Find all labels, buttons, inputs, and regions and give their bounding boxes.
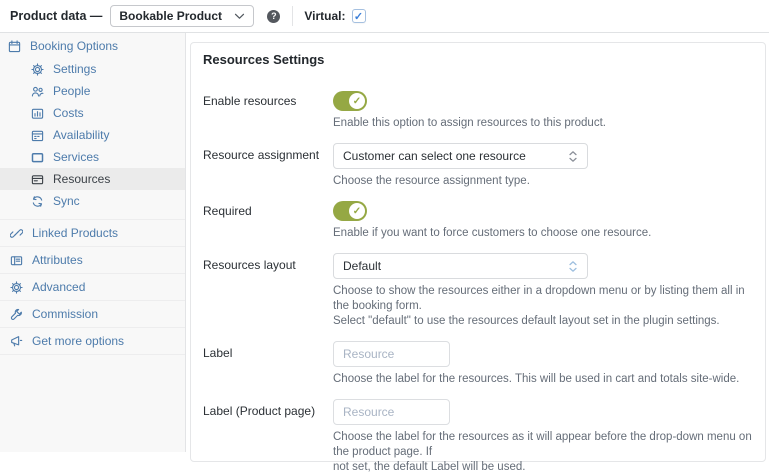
sidebar-item-services[interactable]: Services xyxy=(0,146,185,168)
sidebar-item-label: Attributes xyxy=(32,253,83,267)
product-data-toolbar: Product data — Bookable Product ? Virtua… xyxy=(0,0,769,33)
sidebar-item-label: Booking Options xyxy=(30,39,119,53)
calendar-icon xyxy=(8,39,21,52)
link-icon xyxy=(10,228,23,238)
help-icon[interactable]: ? xyxy=(267,9,281,23)
select-stepper-icon xyxy=(569,150,577,162)
sidebar-item-commission[interactable]: Commission xyxy=(0,300,185,327)
panel-heading: Resources Settings xyxy=(203,52,325,67)
field-label: Label xyxy=(203,346,233,360)
toolbar-divider xyxy=(292,6,294,26)
product-data-title: Product data — xyxy=(10,9,103,23)
select-value: Default xyxy=(343,259,382,273)
sidebar-item-booking-options[interactable]: Booking Options xyxy=(0,34,185,58)
field-row-label-product-page: Label (Product page) Choose the label fo… xyxy=(203,399,753,475)
window-icon xyxy=(31,152,44,162)
product-type-select[interactable]: Bookable Product xyxy=(110,5,255,27)
field-label: Resources layout xyxy=(203,258,296,272)
sidebar-item-label: Resources xyxy=(53,172,111,186)
resource-assignment-select[interactable]: Customer can select one resource xyxy=(333,143,588,169)
people-icon xyxy=(31,86,44,97)
sidebar-item-get-more-options[interactable]: Get more options xyxy=(0,327,185,354)
sidebar-item-label: Services xyxy=(53,150,100,164)
field-row-resources-layout: Resources layout Default Choose to show … xyxy=(203,253,753,329)
sidebar-item-label: Settings xyxy=(53,62,97,76)
label-input[interactable] xyxy=(333,341,450,367)
table-icon xyxy=(31,174,44,184)
gear-icon xyxy=(10,280,23,294)
sidebar-item-advanced[interactable]: Advanced xyxy=(0,273,185,300)
sidebar-item-label: People xyxy=(53,84,91,98)
sidebar-divider xyxy=(0,354,185,355)
select-value: Customer can select one resource xyxy=(343,149,526,163)
resources-panel: Resources Settings Enable resources ✓ En… xyxy=(186,33,769,473)
enable-resources-toggle[interactable]: ✓ xyxy=(333,91,367,111)
sidebar-item-label: Advanced xyxy=(32,280,86,294)
field-description: Choose the label for the resources. This… xyxy=(333,373,740,385)
field-label: Label (Product page) xyxy=(203,404,316,418)
chevron-down-icon xyxy=(235,13,245,19)
sidebar-item-label: Sync xyxy=(53,194,80,208)
field-description: Enable this option to assign resources t… xyxy=(333,117,606,129)
sidebar-item-costs[interactable]: Costs xyxy=(0,102,185,124)
booking-options-group: Booking Options Settings People Costs Av… xyxy=(0,34,185,219)
toggle-knob: ✓ xyxy=(349,93,365,109)
check-icon: ✓ xyxy=(352,205,362,217)
field-description: Choose the label for the resources as it… xyxy=(333,431,752,473)
sidebar-item-people[interactable]: People xyxy=(0,80,185,102)
virtual-label: Virtual: xyxy=(304,9,346,23)
megaphone-icon xyxy=(11,335,23,346)
question-mark-glyph: ? xyxy=(271,11,277,21)
sidebar-item-availability[interactable]: Availability xyxy=(0,124,185,146)
field-row-resource-assignment: Resource assignment Customer can select … xyxy=(203,143,753,189)
sidebar-item-label: Commission xyxy=(32,307,99,321)
attributes-icon xyxy=(10,255,23,265)
label-product-page-input[interactable] xyxy=(333,399,450,425)
sidebar-item-label: Get more options xyxy=(32,334,125,348)
select-stepper-icon xyxy=(569,260,577,272)
field-description: Enable if you want to force customers to… xyxy=(333,227,652,239)
sync-icon xyxy=(32,195,43,207)
product-type-value: Bookable Product xyxy=(119,9,223,23)
field-description: Choose to show the resources either in a… xyxy=(333,285,745,327)
check-icon: ✓ xyxy=(353,10,364,23)
calendar-grid-icon xyxy=(31,130,44,141)
field-row-enable-resources: Enable resources ✓ Enable this option to… xyxy=(203,91,753,131)
field-label: Resource assignment xyxy=(203,148,320,162)
wrench-icon xyxy=(10,308,22,320)
virtual-checkbox[interactable]: ✓ xyxy=(351,9,366,23)
field-label: Required xyxy=(203,204,252,218)
gear-icon xyxy=(31,62,44,76)
sidebar-item-attributes[interactable]: Attributes xyxy=(0,246,185,273)
bar-chart-icon xyxy=(31,108,44,119)
product-data-sidebar: Booking Options Settings People Costs Av… xyxy=(0,33,186,452)
sidebar-item-resources[interactable]: Resources xyxy=(0,168,185,190)
resources-layout-select[interactable]: Default xyxy=(333,253,588,279)
check-icon: ✓ xyxy=(352,95,362,107)
sidebar-item-settings[interactable]: Settings xyxy=(0,58,185,80)
field-label: Enable resources xyxy=(203,94,297,108)
sidebar-item-linked-products[interactable]: Linked Products xyxy=(0,219,185,246)
sidebar-item-label: Costs xyxy=(53,106,84,120)
sidebar-item-label: Availability xyxy=(53,128,110,142)
field-row-required: Required ✓ Enable if you want to force c… xyxy=(203,201,753,241)
resources-settings-card: Resources Settings Enable resources ✓ En… xyxy=(190,42,766,473)
sidebar-item-label: Linked Products xyxy=(32,226,119,240)
field-row-label: Label Choose the label for the resources… xyxy=(203,341,753,387)
sidebar-item-sync[interactable]: Sync xyxy=(0,190,185,212)
required-toggle[interactable]: ✓ xyxy=(333,201,367,221)
toggle-knob: ✓ xyxy=(349,203,365,219)
field-description: Choose the resource assignment type. xyxy=(333,175,530,187)
